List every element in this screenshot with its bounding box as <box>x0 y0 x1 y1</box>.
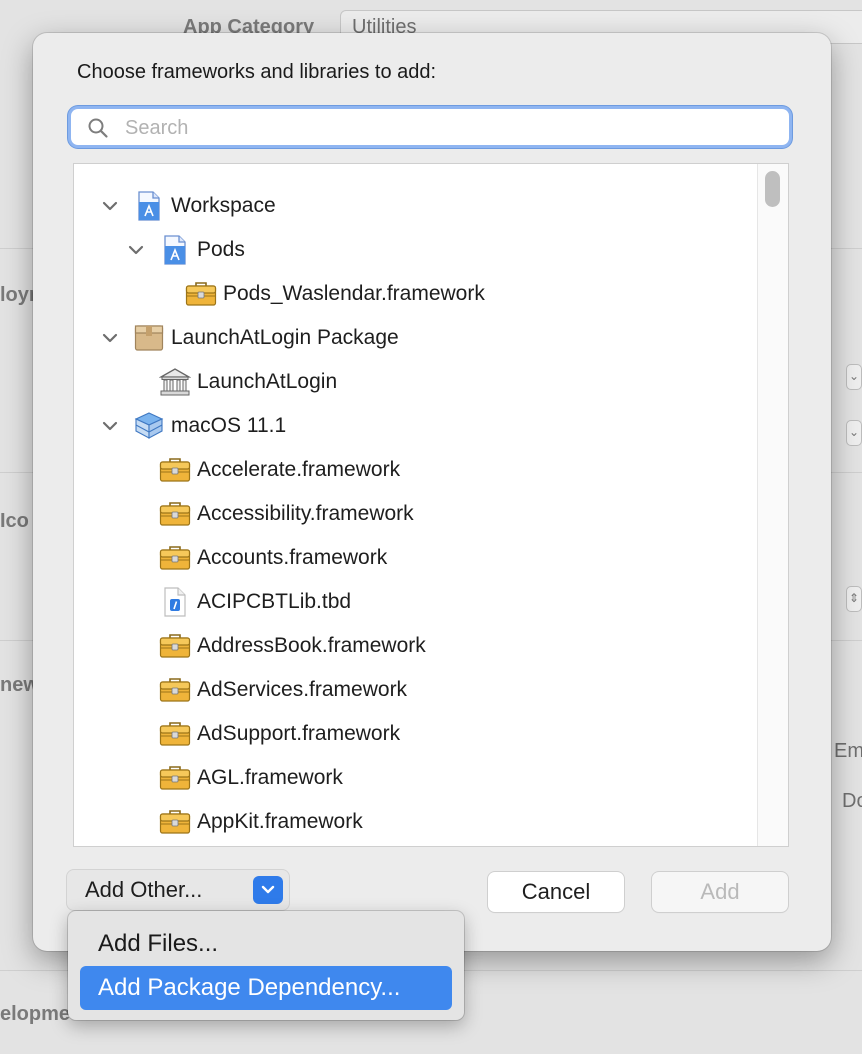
dialog-prompt: Choose frameworks and libraries to add: <box>77 61 437 83</box>
background-fragment: Do <box>842 790 862 812</box>
tbd-file-icon <box>159 586 191 618</box>
tree-row[interactable]: AdSupport.framework <box>125 712 400 756</box>
disclosure-chevron-icon[interactable] <box>125 239 147 261</box>
package-box-icon <box>133 322 165 354</box>
menu-item-add-package-dependency[interactable]: Add Package Dependency... <box>80 966 452 1010</box>
tree-row[interactable]: Accelerate.framework <box>125 448 400 492</box>
disclosure-chevron-icon[interactable] <box>99 415 121 437</box>
tree-row-label: Pods_Waslendar.framework <box>223 282 485 305</box>
framework-toolbox-icon <box>159 718 191 750</box>
tree-row[interactable]: AGL.framework <box>125 756 343 800</box>
library-building-icon <box>159 366 191 398</box>
framework-toolbox-icon <box>159 674 191 706</box>
background-fragment: elopme <box>0 1003 71 1025</box>
add-other-label: Add Other... <box>85 877 203 902</box>
tree-row[interactable]: AppKit.framework <box>125 800 363 844</box>
search-input[interactable] <box>123 113 767 143</box>
framework-toolbox-icon <box>185 278 217 310</box>
tree-row-label: Workspace <box>171 194 276 217</box>
scrollbar-thumb[interactable] <box>765 171 780 207</box>
tree-row-label: Accelerate.framework <box>197 458 401 481</box>
tree-row-label: AddressBook.framework <box>197 634 426 657</box>
tree-row-label: AGL.framework <box>197 766 343 789</box>
menu-item-add-files[interactable]: Add Files... <box>80 922 452 966</box>
scrollbar-track[interactable] <box>757 164 788 846</box>
stepper-icon: ⌄ <box>846 420 862 446</box>
tree-row-label: ACIPCBTLib.tbd <box>197 590 352 613</box>
tree-row-label: AdServices.framework <box>197 678 408 701</box>
project-icon <box>159 234 191 266</box>
search-field[interactable] <box>71 109 789 145</box>
stepper-icon: ⇕ <box>846 586 862 612</box>
tree-row-label: AdSupport.framework <box>197 722 401 745</box>
tree-row[interactable]: Accessibility.framework <box>125 492 414 536</box>
background-fragment: Ico <box>0 510 29 532</box>
tree-row-label: AppKit.framework <box>197 810 363 833</box>
tree-row[interactable]: Workspace <box>99 184 276 228</box>
tree-row-label: LaunchAtLogin Package <box>171 326 399 349</box>
framework-toolbox-icon <box>159 454 191 486</box>
framework-toolbox-icon <box>159 762 191 794</box>
framework-outline-list[interactable]: Workspace Pods Pods_Waslendar.framework Lau… <box>73 163 789 847</box>
add-other-popup-button[interactable]: Add Other... <box>67 870 289 910</box>
chevron-down-icon[interactable] <box>253 876 283 904</box>
cancel-button[interactable]: Cancel <box>488 872 624 912</box>
tree-row-label: LaunchAtLogin <box>197 370 338 393</box>
add-frameworks-sheet: Choose frameworks and libraries to add: … <box>33 33 831 951</box>
workspace-icon <box>133 190 165 222</box>
framework-toolbox-icon <box>159 630 191 662</box>
disclosure-chevron-icon[interactable] <box>99 327 121 349</box>
tree-row[interactable]: Pods_Waslendar.framework <box>151 272 485 316</box>
framework-toolbox-icon <box>159 806 191 838</box>
framework-toolbox-icon <box>159 498 191 530</box>
tree-row[interactable]: macOS 11.1 <box>99 404 286 448</box>
framework-toolbox-icon <box>159 542 191 574</box>
tree-row[interactable]: AdServices.framework <box>125 668 407 712</box>
add-other-menu: Add Files... Add Package Dependency... <box>68 911 464 1020</box>
add-button[interactable]: Add <box>652 872 788 912</box>
stepper-icon: ⌄ <box>846 364 862 390</box>
tree-row[interactable]: LaunchAtLogin <box>125 360 337 404</box>
tree-row-label: Accounts.framework <box>197 546 388 569</box>
tree-row[interactable]: Accounts.framework <box>125 536 387 580</box>
tree-row-label: Accessibility.framework <box>197 502 414 525</box>
background-fragment: Em <box>834 740 862 762</box>
tree-row-label: macOS 11.1 <box>171 414 287 437</box>
tree-row[interactable]: ACIPCBTLib.tbd <box>125 580 351 624</box>
magnifier-icon <box>88 118 108 138</box>
disclosure-chevron-icon[interactable] <box>99 195 121 217</box>
sdk-icon <box>133 410 165 442</box>
tree-row-label: Pods <box>197 238 245 261</box>
tree-row[interactable]: LaunchAtLogin Package <box>99 316 399 360</box>
tree-row[interactable]: AddressBook.framework <box>125 624 426 668</box>
tree-row[interactable]: Pods <box>125 228 245 272</box>
